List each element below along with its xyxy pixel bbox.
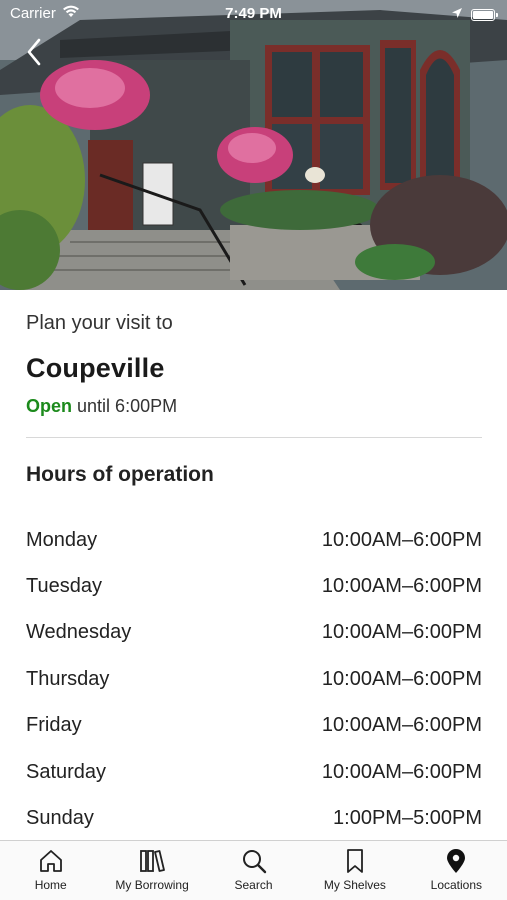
hours-row-friday: Friday 10:00AM–6:00PM	[26, 703, 482, 749]
hours-row-saturday: Saturday 10:00AM–6:00PM	[26, 749, 482, 795]
hours-row-thursday: Thursday 10:00AM–6:00PM	[26, 656, 482, 702]
tab-label: Home	[34, 878, 67, 892]
day-label: Sunday	[26, 807, 94, 830]
day-label: Wednesday	[26, 621, 132, 644]
books-icon	[139, 848, 166, 874]
tab-bar: Home My Borrowing Search My Shelves Loca…	[0, 840, 507, 900]
hours-row-sunday: Sunday 1:00PM–5:00PM	[26, 795, 482, 840]
day-label: Tuesday	[26, 575, 102, 598]
search-icon	[241, 848, 267, 874]
clock: 7:49 PM	[225, 5, 282, 22]
bookmark-icon	[342, 848, 368, 874]
map-pin-icon	[443, 848, 469, 874]
divider	[26, 437, 482, 438]
chevron-left-icon	[26, 38, 42, 71]
location-photo	[0, 0, 507, 290]
hours-row-tuesday: Tuesday 10:00AM–6:00PM	[26, 563, 482, 609]
day-label: Saturday	[26, 760, 107, 783]
open-status-suffix: until 6:00PM	[77, 396, 178, 416]
hours-row-wednesday: Wednesday 10:00AM–6:00PM	[26, 610, 482, 656]
hours-value: 10:00AM–6:00PM	[321, 667, 482, 690]
day-label: Thursday	[26, 667, 110, 690]
hours-value: 10:00AM–6:00PM	[321, 575, 482, 598]
hours-row-monday: Monday 10:00AM–6:00PM	[26, 517, 482, 563]
hours-heading: Hours of operation	[26, 463, 214, 486]
tab-locations[interactable]: Locations	[406, 841, 507, 900]
tab-label: Search	[234, 878, 273, 892]
day-label: Monday	[26, 528, 98, 551]
location-name: Coupeville	[26, 353, 165, 383]
plan-visit-label: Plan your visit to	[26, 312, 173, 334]
tab-my-shelves[interactable]: My Shelves	[304, 841, 405, 900]
hours-value: 10:00AM–6:00PM	[321, 528, 482, 551]
open-status: Open until 6:00PM	[26, 396, 482, 417]
home-icon	[38, 848, 64, 874]
hours-list: Monday 10:00AM–6:00PM Tuesday 10:00AM–6:…	[26, 517, 482, 840]
location-details: Plan your visit to Coupeville Open until…	[0, 290, 507, 840]
tab-label: My Shelves	[323, 878, 386, 892]
tab-search[interactable]: Search	[203, 841, 304, 900]
open-status-badge: Open	[26, 396, 73, 416]
status-bar: Carrier 7:49 PM	[0, 0, 507, 28]
battery-icon	[471, 8, 498, 21]
tab-my-borrowing[interactable]: My Borrowing	[101, 841, 202, 900]
tab-label: My Borrowing	[115, 878, 189, 892]
hours-value: 1:00PM–5:00PM	[333, 807, 482, 830]
hours-value: 10:00AM–6:00PM	[321, 621, 482, 644]
hours-value: 10:00AM–6:00PM	[321, 760, 482, 783]
hours-value: 10:00AM–6:00PM	[321, 714, 482, 737]
day-label: Friday	[26, 714, 82, 737]
tab-label: Locations	[430, 878, 483, 892]
back-button[interactable]	[18, 36, 50, 72]
location-arrow-icon	[451, 6, 463, 23]
tab-home[interactable]: Home	[0, 841, 101, 900]
